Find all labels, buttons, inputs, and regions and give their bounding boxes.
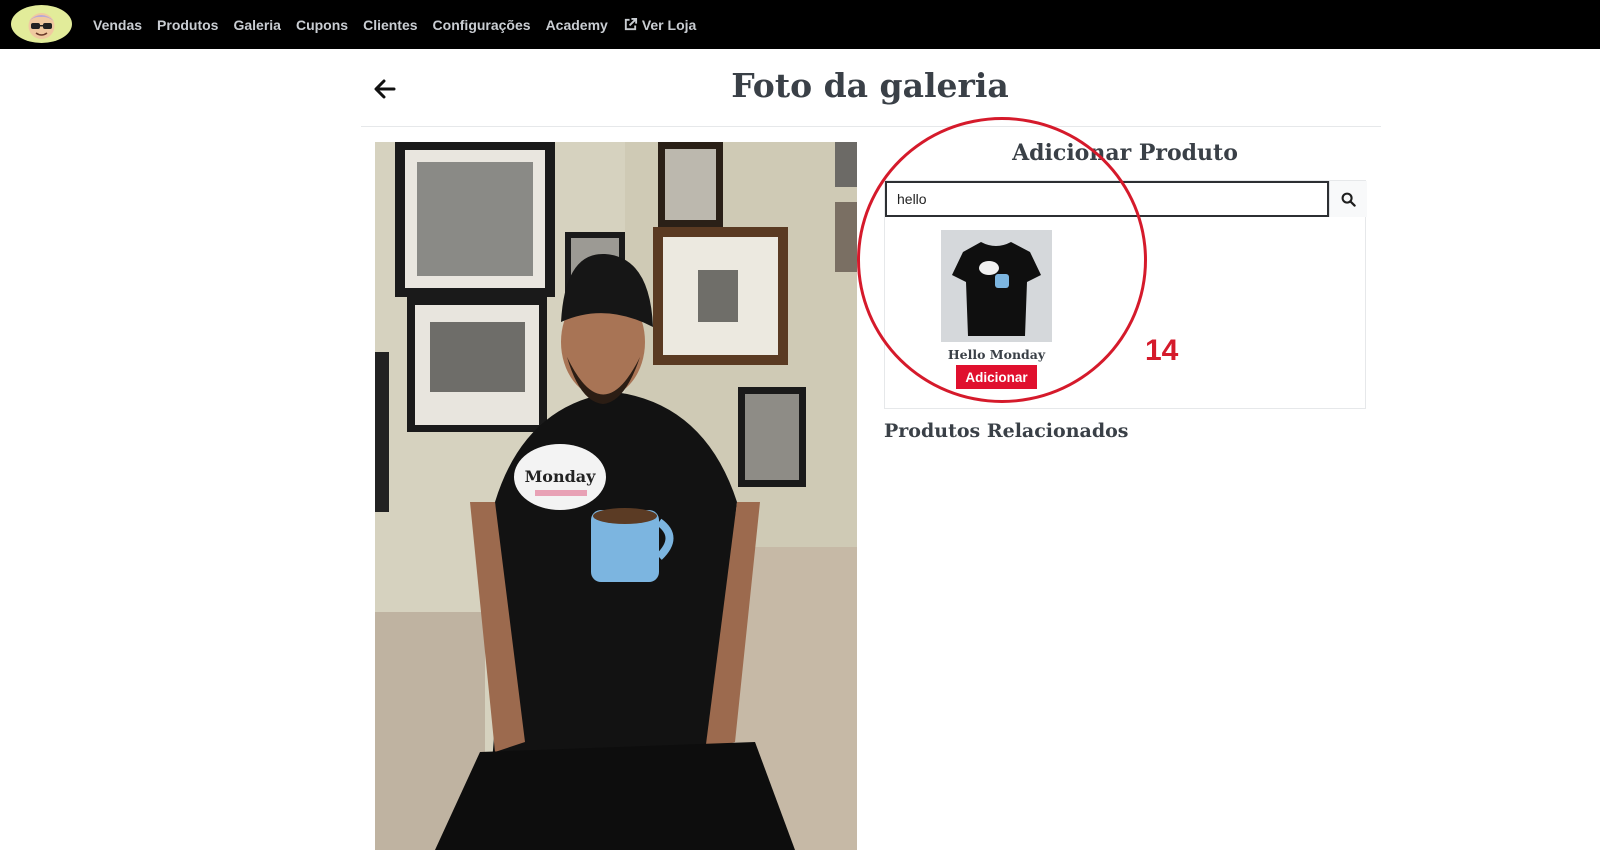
add-product-title: Adicionar Produto (1012, 140, 1238, 166)
product-result-card: Hello Monday Adicionar (941, 230, 1052, 390)
nav-label: Ver Loja (641, 16, 697, 33)
search-button[interactable] (1329, 181, 1367, 217)
brand-logo[interactable] (11, 5, 72, 43)
nav-label: Configurações (432, 16, 531, 33)
nav-cupons[interactable]: Cupons (296, 17, 348, 33)
nav-produtos[interactable]: Produtos (157, 17, 218, 33)
annotation-number: 14 (1145, 334, 1179, 367)
product-search-input[interactable] (885, 181, 1329, 217)
nav-galeria[interactable]: Galeria (233, 17, 280, 33)
search-icon (1341, 192, 1356, 207)
gallery-photo: Monday (375, 142, 857, 850)
nav-label: Clientes (363, 16, 418, 33)
header-divider (361, 126, 1381, 127)
arrow-left-icon (374, 79, 396, 99)
svg-text:Monday: Monday (525, 467, 597, 486)
nav-academy[interactable]: Academy (546, 17, 608, 33)
product-name: Hello Monday (947, 347, 1046, 362)
nav-ver-loja[interactable]: Ver Loja (623, 17, 696, 33)
page-title: Foto da galeria (731, 66, 1009, 105)
top-navbar: Vendas Produtos Galeria Cupons Clientes … (0, 0, 1600, 49)
nav-label: Galeria (233, 16, 281, 33)
nav-label: Produtos (157, 16, 219, 33)
related-products-title: Produtos Relacionados (884, 420, 1129, 442)
back-button[interactable] (372, 76, 398, 102)
nav-vendas[interactable]: Vendas (93, 17, 142, 33)
nav-clientes[interactable]: Clientes (363, 17, 417, 33)
product-thumbnail (941, 230, 1052, 342)
nav-label: Cupons (295, 16, 349, 33)
nav-label: Academy (545, 16, 608, 33)
nav-configuracoes[interactable]: Configurações (433, 17, 531, 33)
nav-label: Vendas (93, 16, 143, 33)
external-link-icon (624, 17, 637, 31)
add-product-button[interactable]: Adicionar (956, 365, 1037, 389)
